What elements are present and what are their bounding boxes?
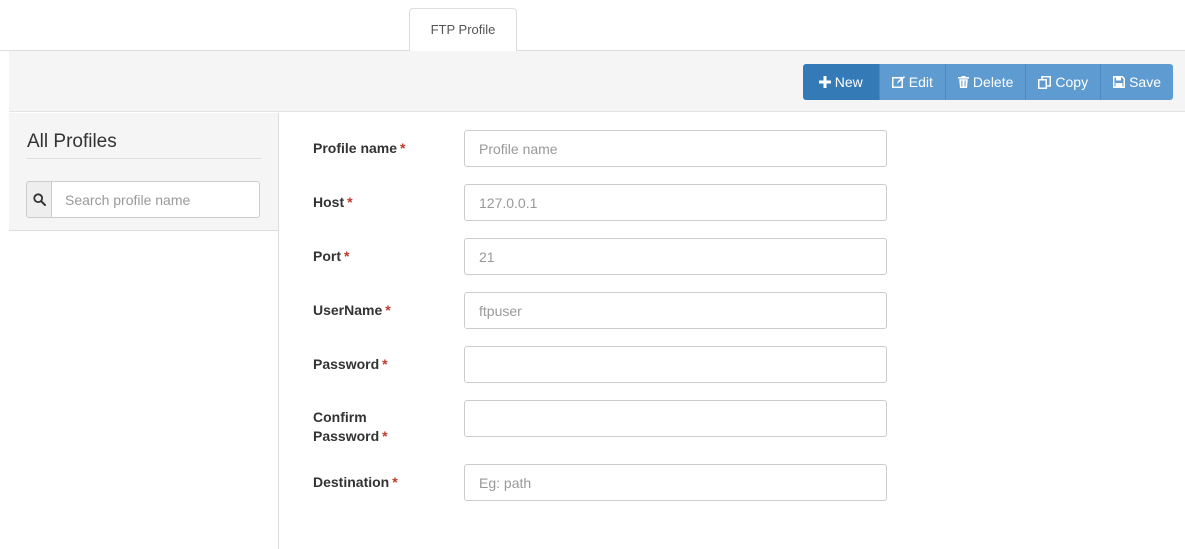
trash-icon (957, 76, 969, 88)
required-mark: * (382, 428, 388, 444)
sidebar-header: All Profiles (9, 113, 278, 231)
save-button[interactable]: Save (1101, 64, 1173, 100)
delete-button-label: Delete (972, 74, 1014, 90)
sidebar-title: All Profiles (27, 131, 117, 152)
required-mark: * (400, 140, 406, 156)
copy-button[interactable]: Copy (1026, 64, 1102, 100)
search-icon[interactable] (26, 181, 52, 218)
edit-button-label: Edit (908, 74, 933, 90)
required-mark: * (382, 356, 388, 372)
profiles-sidebar: All Profiles (9, 113, 279, 549)
destination-input[interactable] (464, 464, 887, 501)
edit-icon (891, 76, 905, 88)
confirm-password-label: Confirm Password * (313, 409, 388, 444)
required-mark: * (347, 194, 353, 210)
new-button[interactable]: New (802, 64, 880, 100)
destination-label: Destination * (313, 474, 398, 490)
search-group (26, 181, 260, 218)
username-input[interactable] (464, 292, 887, 329)
username-label: UserName * (313, 302, 391, 318)
profile-name-input[interactable] (464, 130, 887, 167)
divider (27, 158, 261, 159)
tab-ftp-profile[interactable]: FTP Profile (409, 8, 517, 52)
port-label: Port * (313, 248, 350, 264)
copy-button-label: Copy (1055, 74, 1089, 90)
required-mark: * (385, 302, 391, 318)
search-input[interactable] (52, 181, 260, 218)
password-input[interactable] (464, 346, 887, 383)
save-button-label: Save (1129, 74, 1161, 90)
save-icon (1113, 76, 1126, 88)
toolbar: New Edit Delete Copy Save (9, 51, 1185, 112)
port-input[interactable] (464, 238, 887, 275)
required-mark: * (344, 248, 350, 264)
password-label: Password * (313, 356, 388, 372)
required-mark: * (392, 474, 398, 490)
delete-button[interactable]: Delete (945, 64, 1027, 100)
tab-bar: FTP Profile (0, 0, 1185, 52)
confirm-password-input[interactable] (464, 400, 887, 437)
profile-name-label: Profile name * (313, 140, 406, 156)
copy-icon (1038, 75, 1052, 89)
host-input[interactable] (464, 184, 887, 221)
new-button-label: New (834, 74, 863, 90)
edit-button[interactable]: Edit (879, 64, 946, 100)
host-label: Host * (313, 194, 353, 210)
action-button-group: New Edit Delete Copy Save (802, 64, 1173, 100)
plus-icon (818, 76, 831, 88)
